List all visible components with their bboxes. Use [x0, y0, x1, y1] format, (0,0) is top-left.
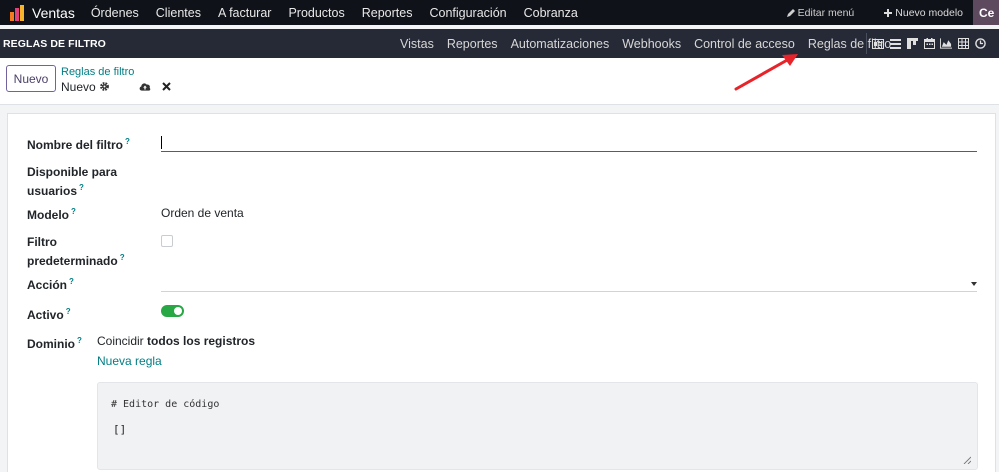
form-sheet: Nombre del filtro? Disponible para usuari… — [7, 113, 996, 472]
avatar[interactable]: Ce — [973, 0, 999, 25]
gear-icon[interactable] — [98, 80, 110, 92]
label-text: predeterminado — [27, 254, 118, 268]
field-label-modelo: Modelo? — [27, 204, 76, 223]
code-editor[interactable]: # Editor de código [] — [97, 382, 978, 470]
domain-prefix: Coincidir — [97, 334, 144, 348]
tab-control-de-acceso[interactable]: Control de acceso — [694, 37, 795, 51]
discard-icon[interactable] — [160, 80, 172, 92]
field-label-dominio: Dominio? — [27, 333, 82, 352]
filter-name-input[interactable] — [161, 136, 977, 152]
label-text: Nombre del filtro — [27, 138, 124, 152]
new-button[interactable]: Nuevo — [6, 65, 56, 92]
edit-menu-button[interactable]: Editar menú — [786, 6, 855, 19]
top-navbar: Ventas Órdenes Clientes A facturar Produ… — [0, 0, 999, 25]
field-label-disponible: Disponible para usuarios? — [27, 164, 117, 199]
top-menu: Órdenes Clientes A facturar Productos Re… — [91, 6, 595, 20]
save-cloud-icon[interactable] — [139, 80, 151, 92]
control-panel: Nuevo Reglas de filtro Nuevo — [0, 58, 999, 105]
graph-view-icon[interactable] — [940, 38, 952, 50]
menu-item-a-facturar[interactable]: A facturar — [218, 6, 272, 20]
field-label-accion: Acción? — [27, 274, 74, 293]
label-text: Dominio — [27, 337, 75, 351]
tab-vistas[interactable]: Vistas — [400, 37, 434, 51]
app-name[interactable]: Ventas — [32, 5, 75, 21]
tab-reportes[interactable]: Reportes — [447, 37, 498, 51]
menu-item-clientes[interactable]: Clientes — [156, 6, 201, 20]
field-label-filtro-predeterminado: Filtro predeterminado? — [27, 234, 125, 269]
studio-menu: Vistas Reportes Automatizaciones Webhook… — [400, 29, 904, 58]
record-name: Nuevo — [61, 80, 96, 94]
help-tooltip-icon[interactable]: ? — [66, 307, 71, 316]
code-editor-value[interactable]: [] — [113, 423, 126, 436]
help-tooltip-icon[interactable]: ? — [120, 253, 125, 262]
active-toggle[interactable] — [161, 305, 184, 317]
list-view-icon[interactable] — [889, 38, 901, 50]
form-view-icon[interactable] — [872, 38, 884, 50]
label-text: Disponible para — [27, 165, 118, 179]
label-text: Activo — [27, 308, 64, 322]
menu-item-cobranza[interactable]: Cobranza — [524, 6, 578, 20]
field-label-nombre: Nombre del filtro? — [27, 134, 130, 153]
app-logo-icon[interactable] — [6, 0, 28, 25]
model-value: Orden de venta — [161, 206, 244, 220]
label-text: Acción — [27, 278, 68, 292]
help-tooltip-icon[interactable]: ? — [77, 336, 82, 345]
edit-menu-label: Editar menú — [797, 6, 855, 19]
label-text: Filtro — [27, 235, 57, 249]
help-tooltip-icon[interactable]: ? — [79, 183, 84, 192]
studio-subbar: REGLAS DE FILTRO Vistas Reportes Automat… — [0, 29, 999, 58]
code-editor-comment: # Editor de código — [111, 399, 220, 410]
label-text: Modelo — [27, 208, 69, 222]
view-switcher — [872, 29, 986, 58]
menu-item-configuracion[interactable]: Configuración — [429, 6, 506, 20]
new-model-label: Nuevo modelo — [895, 6, 963, 19]
top-right-actions: Editar menú Nuevo modelo Ce — [786, 0, 999, 25]
tab-automatizaciones[interactable]: Automatizaciones — [511, 37, 610, 51]
page-title: REGLAS DE FILTRO — [3, 37, 106, 50]
domain-strong: todos los registros — [147, 334, 256, 348]
action-select[interactable] — [161, 276, 977, 292]
plus-icon — [884, 8, 893, 17]
help-tooltip-icon[interactable]: ? — [71, 207, 76, 216]
help-tooltip-icon[interactable]: ? — [125, 137, 130, 146]
field-label-activo: Activo? — [27, 304, 71, 323]
divider — [866, 33, 867, 54]
menu-item-productos[interactable]: Productos — [288, 6, 344, 20]
pivot-view-icon[interactable] — [957, 38, 969, 50]
activity-view-icon[interactable] — [974, 38, 986, 50]
caret-down-icon[interactable] — [971, 282, 977, 286]
resize-handle-icon[interactable] — [963, 456, 971, 464]
menu-item-ordenes[interactable]: Órdenes — [91, 6, 139, 20]
pencil-icon — [786, 8, 795, 17]
label-text: usuarios — [27, 184, 78, 198]
new-rule-link[interactable]: Nueva regla — [97, 354, 162, 368]
new-model-button[interactable]: Nuevo modelo — [884, 7, 963, 19]
kanban-view-icon[interactable] — [906, 38, 918, 50]
calendar-view-icon[interactable] — [923, 38, 935, 50]
default-filter-checkbox[interactable] — [161, 235, 173, 247]
domain-summary: Coincidir todos los registros — [97, 334, 255, 348]
tab-webhooks[interactable]: Webhooks — [622, 37, 681, 51]
text-cursor — [161, 136, 162, 149]
breadcrumb[interactable]: Reglas de filtro — [61, 66, 134, 78]
help-tooltip-icon[interactable]: ? — [69, 277, 74, 286]
menu-item-reportes[interactable]: Reportes — [362, 6, 413, 20]
